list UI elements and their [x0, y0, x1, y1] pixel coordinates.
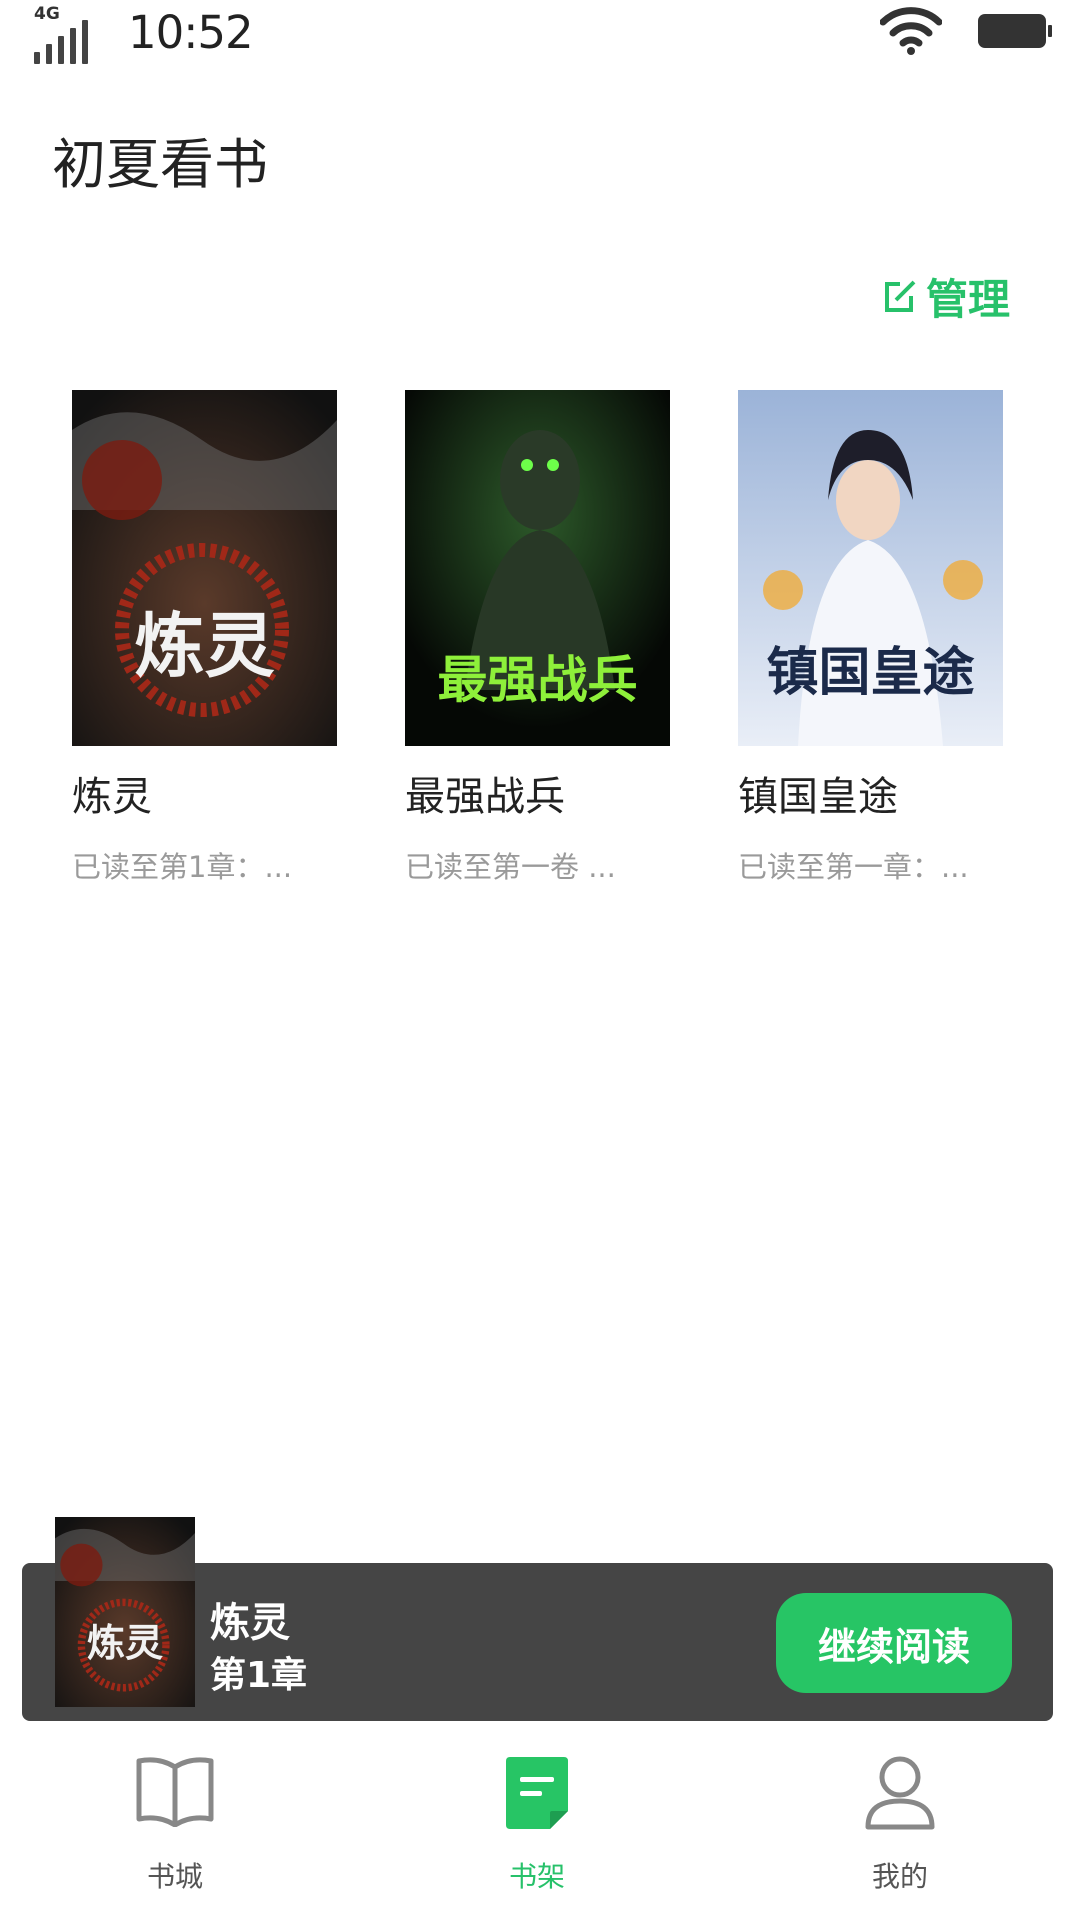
book-title: 最强战兵 [405, 774, 565, 820]
book-open-icon [136, 1757, 214, 1827]
tab-bar: 书城 书架 我的 [0, 1735, 1071, 1911]
tab-label: 书城 [146, 1860, 203, 1893]
tab-label: 我的 [871, 1860, 928, 1893]
book-progress: 已读至第一卷 ... [405, 850, 616, 884]
cover-title: 最强战兵 [437, 651, 638, 709]
book-cover[interactable]: 炼灵 [72, 390, 337, 746]
book-title: 炼灵 [72, 774, 152, 820]
edit-icon [885, 280, 916, 312]
manage-button[interactable]: 管理 [880, 268, 1010, 324]
status-bar: 4G 10:52 [0, 0, 1071, 70]
tab-profile[interactable]: 我的 [830, 1735, 970, 1911]
book-item[interactable]: 炼灵 炼灵 已读至第1章：... [72, 390, 337, 886]
continue-book-title: 炼灵 [210, 1600, 290, 1646]
tab-bookshelf[interactable]: 书架 [467, 1735, 607, 1911]
wifi-icon [880, 7, 942, 55]
manage-label: 管理 [926, 274, 1011, 324]
status-time: 10:52 [128, 6, 254, 59]
cover-title: 炼灵 [86, 1620, 163, 1665]
book-cover[interactable]: 镇国皇途 [738, 390, 1003, 746]
network-type: 4G [34, 4, 60, 24]
battery-icon [978, 14, 1052, 48]
book-title: 镇国皇途 [738, 774, 898, 820]
book-progress: 已读至第一章：... [738, 850, 969, 884]
person-icon [865, 1756, 935, 1830]
continue-reading-button[interactable]: 继续阅读 [776, 1593, 1012, 1693]
tab-label: 书架 [508, 1860, 565, 1893]
cover-title: 炼灵 [134, 604, 275, 687]
cellular-signal-icon: 4G [30, 4, 94, 64]
book-cover[interactable]: 最强战兵 [405, 390, 670, 746]
book-item[interactable]: 最强战兵 最强战兵 已读至第一卷 ... [405, 390, 670, 886]
continue-chapter: 第1章 [210, 1655, 308, 1696]
tab-bookstore[interactable]: 书城 [105, 1735, 245, 1911]
bookshelf-icon [506, 1757, 568, 1829]
cover-title: 镇国皇途 [766, 642, 975, 703]
book-item[interactable]: 镇国皇途 镇国皇途 已读至第一章：... [738, 390, 1003, 886]
book-progress: 已读至第1章：... [72, 850, 293, 884]
continue-cover[interactable]: 炼灵 [55, 1517, 195, 1707]
app-title: 初夏看书 [52, 133, 268, 196]
